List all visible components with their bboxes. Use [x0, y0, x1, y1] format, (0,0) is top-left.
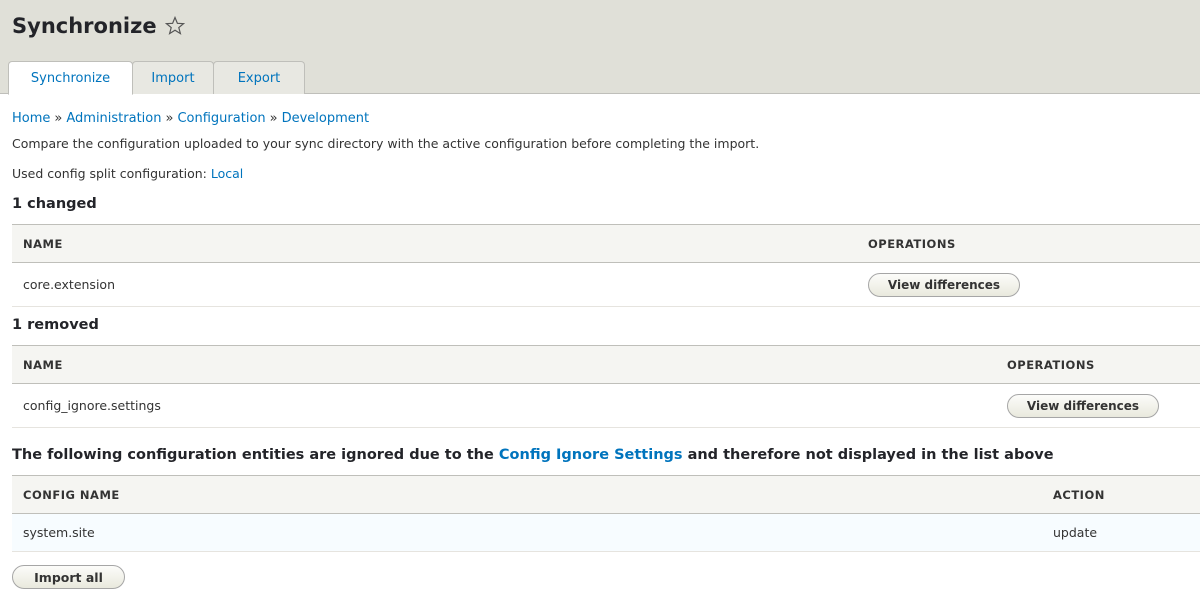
- column-header-name: NAME: [12, 345, 996, 384]
- changed-heading: 1 changed: [12, 196, 97, 212]
- breadcrumb: Home» Administration» Configuration» Develo…: [12, 111, 369, 126]
- table-row: core.extension View differences: [12, 262, 1200, 307]
- operations-cell: View differences: [996, 383, 1200, 428]
- split-link-local[interactable]: Local: [211, 166, 243, 181]
- action-cell: update: [1042, 513, 1200, 552]
- config-name-cell: system.site: [12, 513, 1042, 552]
- breadcrumb-home[interactable]: Home: [12, 111, 50, 126]
- table-header-row: NAME OPERATIONS: [12, 345, 1200, 384]
- table-header-row: NAME OPERATIONS: [12, 224, 1200, 263]
- breadcrumb-separator: »: [54, 111, 63, 126]
- column-header-operations: OPERATIONS: [996, 345, 1200, 384]
- primary-tabs: Synchronize Import Export: [8, 61, 305, 95]
- removed-heading: 1 removed: [12, 317, 99, 333]
- column-header-action: ACTION: [1042, 475, 1200, 514]
- import-all-button[interactable]: Import all: [12, 565, 125, 589]
- table-row: system.site update: [12, 513, 1200, 552]
- operations-cell: View differences: [857, 262, 1200, 307]
- view-differences-button[interactable]: View differences: [868, 272, 1020, 297]
- tab-import[interactable]: Import: [132, 61, 214, 94]
- table-header-row: CONFIG NAME ACTION: [12, 475, 1200, 514]
- ignored-heading-suffix: and therefore not displayed in the list …: [682, 447, 1054, 463]
- config-ignore-settings-link[interactable]: Config Ignore Settings: [499, 447, 683, 463]
- breadcrumb-separator: »: [269, 111, 278, 126]
- split-prefix: Used config split configuration:: [12, 166, 211, 181]
- tab-export[interactable]: Export: [213, 61, 305, 94]
- breadcrumb-configuration[interactable]: Configuration: [177, 111, 265, 126]
- ignored-table: CONFIG NAME ACTION system.site update: [12, 475, 1200, 552]
- config-name-cell: config_ignore.settings: [12, 383, 996, 428]
- column-header-name: NAME: [12, 224, 857, 263]
- split-info: Used config split configuration: Local: [12, 166, 243, 181]
- intro-text: Compare the configuration uploaded to yo…: [12, 136, 760, 151]
- breadcrumb-development[interactable]: Development: [282, 111, 370, 126]
- breadcrumb-separator: »: [165, 111, 174, 126]
- breadcrumb-administration[interactable]: Administration: [66, 111, 161, 126]
- column-header-config-name: CONFIG NAME: [12, 475, 1042, 514]
- page-title-text: Synchronize: [12, 14, 157, 38]
- config-name-cell: core.extension: [12, 262, 857, 307]
- table-row: config_ignore.settings View differences: [12, 383, 1200, 428]
- ignored-heading-prefix: The following configuration entities are…: [12, 447, 499, 463]
- view-differences-button[interactable]: View differences: [1007, 393, 1159, 418]
- page-title: Synchronize: [12, 14, 185, 38]
- page-header: Synchronize Synchronize Import Export: [0, 0, 1200, 95]
- star-icon[interactable]: [164, 15, 185, 36]
- column-header-operations: OPERATIONS: [857, 224, 1200, 263]
- changed-table: NAME OPERATIONS core.extension View diff…: [12, 224, 1200, 307]
- tab-synchronize[interactable]: Synchronize: [8, 61, 133, 95]
- ignored-heading: The following configuration entities are…: [12, 447, 1054, 463]
- removed-table: NAME OPERATIONS config_ignore.settings V…: [12, 345, 1200, 428]
